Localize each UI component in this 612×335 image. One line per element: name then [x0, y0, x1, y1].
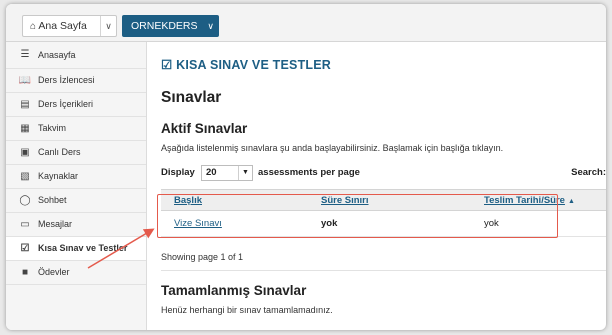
sidebar-item-label: Sohbet	[38, 195, 67, 205]
sidebar-item-sohbet[interactable]: ◯ Sohbet	[6, 189, 146, 213]
list-icon: ☰	[20, 49, 30, 60]
browser-frame: ⌂ Ana Sayfa ∨ ORNEKDERS ∨ ☰ Anasayfa 📖 D…	[6, 4, 606, 330]
chat-icon: ◯	[19, 195, 31, 206]
sidebar-item-label: Canlı Ders	[38, 147, 81, 157]
inbox-icon: ▭	[20, 219, 30, 230]
per-page-label: assessments per page	[258, 167, 360, 178]
section-title-text: KISA SINAV VE TESTLER	[176, 58, 332, 72]
section-title: ☑ KISA SINAV VE TESTLER	[161, 57, 331, 72]
top-bar: ⌂ Ana Sayfa ∨ ORNEKDERS ∨	[6, 4, 606, 42]
pagination-info: Showing page 1 of 1	[161, 252, 244, 262]
books-icon: ▤	[20, 99, 30, 110]
home-label: Ana Sayfa	[38, 20, 87, 32]
chevron-down-icon: ▼	[238, 166, 252, 180]
search-label: Search:	[571, 167, 606, 178]
sidebar-item-mesajlar[interactable]: ▭ Mesajlar	[6, 213, 146, 237]
sidebar-item-takvim[interactable]: ▦ Takvim	[6, 117, 146, 141]
video-camera-icon: ▣	[20, 147, 30, 158]
divider	[161, 270, 606, 271]
sidebar-item-label: Ödevler	[38, 267, 70, 277]
table-row: Vize Sınavı yok yok	[161, 211, 606, 237]
sidebar-item-anasayfa[interactable]: ☰ Anasayfa	[6, 42, 146, 69]
book-open-icon: 📖	[18, 75, 32, 86]
main-content: ☑ KISA SINAV VE TESTLER Sınavlar Aktif S…	[161, 42, 606, 330]
display-label: Display	[161, 167, 195, 178]
exam-link[interactable]: Vize Sınavı	[174, 211, 222, 236]
sidebar-item-label: Ders İçerikleri	[38, 99, 94, 109]
active-heading: Aktif Sınavlar	[161, 121, 248, 136]
per-page-select[interactable]: 20 ▼	[201, 165, 253, 181]
sidebar-item-odevler[interactable]: ■ Ödevler	[6, 261, 146, 285]
sidebar-item-ders-izlencesi[interactable]: 📖 Ders İzlencesi	[6, 69, 146, 93]
header-due-date-text: Teslim Tarihi/Süre	[484, 195, 565, 206]
page-title: Sınavlar	[161, 89, 222, 106]
chevron-down-icon: ∨	[100, 16, 116, 36]
table-header: Başlık Süre Sınırı Teslim Tarihi/Süre ▲	[161, 189, 606, 211]
sidebar-item-label: Anasayfa	[38, 50, 76, 60]
sidebar-item-kaynaklar[interactable]: ▧ Kaynaklar	[6, 165, 146, 189]
assessments-table: Başlık Süre Sınırı Teslim Tarihi/Süre ▲ V…	[161, 189, 606, 237]
chevron-down-icon: ∨	[207, 21, 214, 31]
course-dropdown[interactable]: ORNEKDERS ∨	[122, 15, 219, 37]
checkbox-icon: ☑	[161, 58, 173, 72]
sidebar-item-label: Kaynaklar	[38, 171, 79, 181]
sidebar-item-kisa-sinav-ve-testler[interactable]: ☑ Kısa Sınav ve Testler	[6, 237, 146, 261]
intro-text: Aşağıda listelenmiş sınavlara şu anda ba…	[161, 143, 504, 153]
sidebar: ☰ Anasayfa 📖 Ders İzlencesi ▤ Ders İçeri…	[6, 42, 147, 330]
course-label: ORNEKDERS	[131, 20, 198, 32]
display-row: Display 20 ▼ assessments per page Search…	[161, 164, 606, 182]
time-limit-value: yok	[321, 218, 338, 229]
due-date-value: yok	[484, 218, 499, 229]
sidebar-item-label: Kısa Sınav ve Testler	[38, 243, 128, 253]
per-page-value: 20	[206, 167, 217, 178]
sidebar-item-ders-icerikleri[interactable]: ▤ Ders İçerikleri	[6, 93, 146, 117]
sidebar-item-label: Mesajlar	[38, 219, 73, 229]
completed-heading: Tamamlanmış Sınavlar	[161, 283, 307, 298]
calendar-icon: ▦	[20, 123, 30, 134]
sidebar-item-label: Ders İzlencesi	[38, 75, 95, 85]
sidebar-item-label: Takvim	[38, 123, 67, 133]
header-title[interactable]: Başlık	[174, 190, 202, 211]
header-due-date[interactable]: Teslim Tarihi/Süre ▲	[484, 190, 575, 212]
home-icon: ⌂	[30, 21, 37, 32]
header-time-limit[interactable]: Süre Sınırı	[321, 190, 369, 211]
document-icon: ■	[21, 267, 29, 278]
sidebar-item-canli-ders[interactable]: ▣ Canlı Ders	[6, 141, 146, 165]
sort-icon: ▲	[567, 198, 575, 205]
home-dropdown[interactable]: ⌂ Ana Sayfa ∨	[22, 15, 117, 37]
folder-icon: ▧	[20, 171, 30, 182]
completed-text: Henüz herhangi bir sınav tamamlamadınız.	[161, 305, 333, 315]
checkbox-icon: ☑	[20, 243, 30, 254]
